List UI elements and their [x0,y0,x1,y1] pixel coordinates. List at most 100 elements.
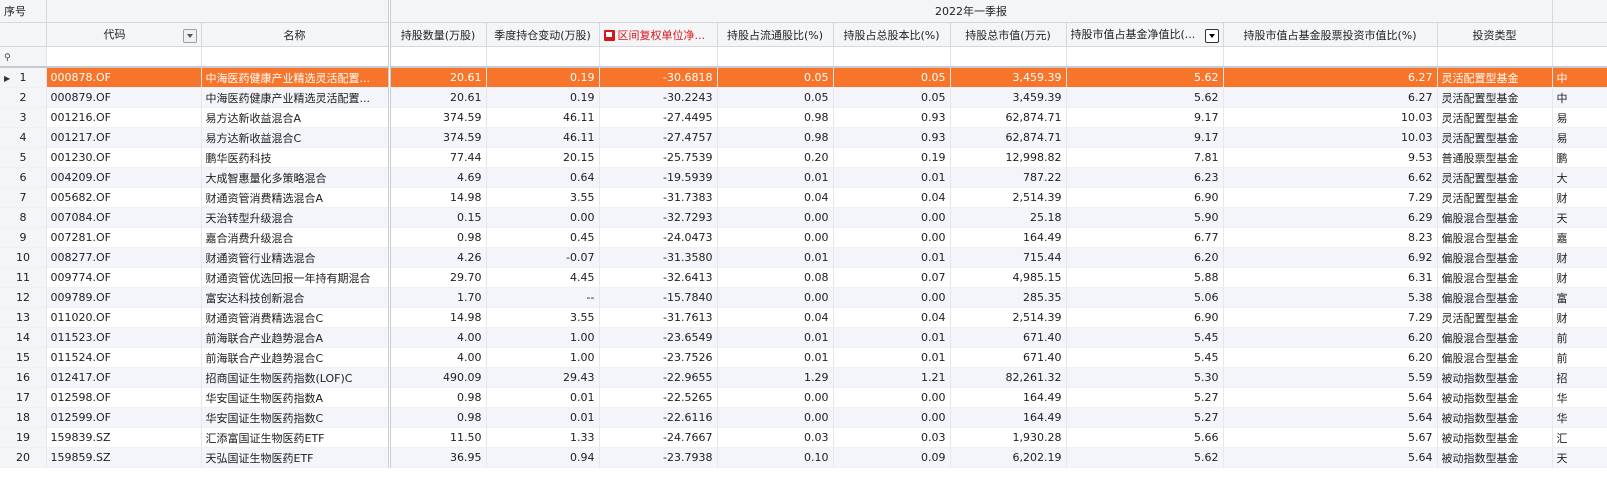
cell-shares[interactable]: 4.00 [389,347,487,368]
cell-stock-pct[interactable]: 6.27 [1223,87,1438,108]
cell-stock-pct[interactable]: 6.20 [1223,347,1438,368]
cell-shares[interactable]: 0.15 [389,207,487,228]
cell-code[interactable]: 005682.OF [46,187,202,208]
table-row[interactable]: 19 159839.SZ 汇添富国证生物医药ETF 11.50 1.33 -24… [0,427,1607,448]
row-index[interactable]: 9 [0,227,47,248]
col-header-market-value[interactable]: 持股总市值(万元) [950,22,1067,47]
cell-return[interactable]: -23.6549 [599,327,718,348]
cell-market-value[interactable]: 62,874.71 [950,107,1067,128]
cell-code[interactable]: 000878.OF [46,68,202,88]
cell-type[interactable]: 偏股混合型基金 [1437,327,1553,348]
cell-code[interactable]: 009789.OF [46,287,202,308]
cell-shares[interactable]: 20.61 [389,87,487,108]
cell-return[interactable]: -30.2243 [599,87,718,108]
cell-total-pct[interactable]: 0.01 [833,167,951,188]
cell-type[interactable]: 偏股混合型基金 [1437,267,1553,288]
row-index[interactable]: 17 [0,387,47,408]
filter-cell[interactable] [1437,46,1553,68]
cell-return[interactable]: -19.5939 [599,167,718,188]
cell-return[interactable]: -30.6818 [599,68,718,88]
cell-float-pct[interactable]: 0.01 [717,327,834,348]
cell-type[interactable]: 灵活配置型基金 [1437,68,1553,88]
cell-shares[interactable]: 14.98 [389,187,487,208]
cell-stock-pct[interactable]: 5.64 [1223,387,1438,408]
cell-float-pct[interactable]: 0.03 [717,427,834,448]
cell-float-pct[interactable]: 0.05 [717,68,834,88]
cell-float-pct[interactable]: 1.29 [717,367,834,388]
cell-float-pct[interactable]: 0.05 [717,87,834,108]
row-index[interactable]: 10 [0,247,47,268]
cell-market-value[interactable]: 62,874.71 [950,127,1067,148]
cell-extra[interactable]: 财 [1552,187,1607,208]
cell-name[interactable]: 前海联合产业趋势混合C [201,347,391,368]
table-row[interactable]: 5 001230.OF 鹏华医药科技 77.44 20.15 -25.7539 … [0,147,1607,168]
col-header-float-pct[interactable]: 持股占流通股比(%) [717,22,834,47]
cell-nav-pct[interactable]: 5.27 [1066,387,1224,408]
cell-market-value[interactable]: 12,998.82 [950,147,1067,168]
cell-nav-pct[interactable]: 7.81 [1066,147,1224,168]
cell-return[interactable]: -32.6413 [599,267,718,288]
cell-total-pct[interactable]: 0.05 [833,68,951,88]
table-row[interactable]: 15 011524.OF 前海联合产业趋势混合C 4.00 1.00 -23.7… [0,347,1607,368]
cell-float-pct[interactable]: 0.20 [717,147,834,168]
cell-market-value[interactable]: 787.22 [950,167,1067,188]
cell-extra[interactable]: 招 [1552,367,1607,388]
cell-return[interactable]: -15.7840 [599,287,718,308]
table-row[interactable]: 4 001217.OF 易方达新收益混合C 374.59 46.11 -27.4… [0,127,1607,148]
cell-code[interactable]: 011523.OF [46,327,202,348]
cell-type[interactable]: 灵活配置型基金 [1437,187,1553,208]
cell-type[interactable]: 灵活配置型基金 [1437,167,1553,188]
cell-extra[interactable]: 天 [1552,207,1607,228]
cell-market-value[interactable]: 671.40 [950,347,1067,368]
cell-code[interactable]: 001217.OF [46,127,202,148]
cell-market-value[interactable]: 164.49 [950,407,1067,428]
cell-type[interactable]: 灵活配置型基金 [1437,127,1553,148]
cell-return[interactable]: -22.9655 [599,367,718,388]
cell-nav-pct[interactable]: 5.30 [1066,367,1224,388]
cell-change[interactable]: 0.01 [486,407,600,428]
cell-market-value[interactable]: 671.40 [950,327,1067,348]
cell-extra[interactable]: 汇 [1552,427,1607,448]
cell-market-value[interactable]: 164.49 [950,387,1067,408]
col-header-stock-pct[interactable]: 持股市值占基金股票投资市值比(%) [1223,22,1438,47]
cell-total-pct[interactable]: 0.04 [833,187,951,208]
row-index[interactable]: 16 [0,367,47,388]
table-row[interactable]: 3 001216.OF 易方达新收益混合A 374.59 46.11 -27.4… [0,107,1607,128]
row-index[interactable]: 19 [0,427,47,448]
cell-type[interactable]: 灵活配置型基金 [1437,87,1553,108]
cell-name[interactable]: 财通资管优选回报一年持有期混合 [201,267,391,288]
filter-cell[interactable] [1552,46,1607,68]
cell-change[interactable]: 3.55 [486,187,600,208]
cell-total-pct[interactable]: 0.09 [833,447,951,468]
cell-return[interactable]: -27.4757 [599,127,718,148]
cell-code[interactable]: 007281.OF [46,227,202,248]
cell-market-value[interactable]: 6,202.19 [950,447,1067,468]
cell-return[interactable]: -22.5265 [599,387,718,408]
cell-extra[interactable]: 华 [1552,387,1607,408]
cell-market-value[interactable]: 82,261.32 [950,367,1067,388]
cell-total-pct[interactable]: 0.00 [833,207,951,228]
filter-cell[interactable] [599,46,718,68]
cell-stock-pct[interactable]: 5.67 [1223,427,1438,448]
table-row[interactable]: 18 012599.OF 华安国证生物医药指数C 0.98 0.01 -22.6… [0,407,1607,428]
cell-change[interactable]: 20.15 [486,147,600,168]
cell-stock-pct[interactable]: 5.64 [1223,407,1438,428]
cell-float-pct[interactable]: 0.00 [717,227,834,248]
cell-change[interactable]: 4.45 [486,267,600,288]
cell-total-pct[interactable]: 0.07 [833,267,951,288]
row-index[interactable]: 8 [0,207,47,228]
cell-nav-pct[interactable]: 5.66 [1066,427,1224,448]
filter-cell[interactable] [717,46,834,68]
cell-float-pct[interactable]: 0.00 [717,387,834,408]
table-row[interactable]: 9 007281.OF 嘉合消费升级混合 0.98 0.45 -24.0473 … [0,227,1607,248]
cell-total-pct[interactable]: 0.00 [833,407,951,428]
cell-nav-pct[interactable]: 6.23 [1066,167,1224,188]
cell-stock-pct[interactable]: 7.29 [1223,307,1438,328]
col-header-shares[interactable]: 持股数量(万股) [389,22,487,47]
filter-cell[interactable] [833,46,951,68]
table-row[interactable]: 17 012598.OF 华安国证生物医药指数A 0.98 0.01 -22.5… [0,387,1607,408]
cell-type[interactable]: 被动指数型基金 [1437,407,1553,428]
cell-return[interactable]: -31.7383 [599,187,718,208]
cell-change[interactable]: 46.11 [486,107,600,128]
cell-extra[interactable]: 前 [1552,327,1607,348]
